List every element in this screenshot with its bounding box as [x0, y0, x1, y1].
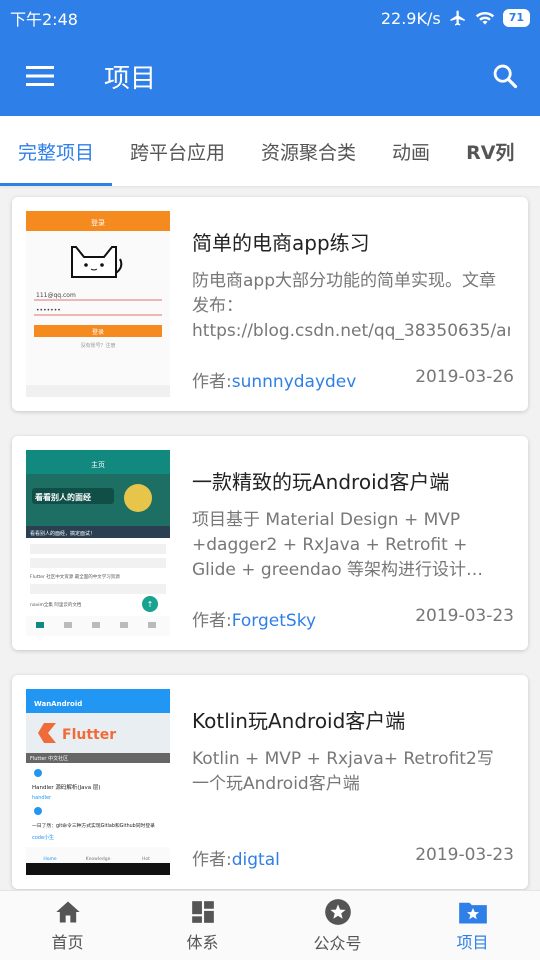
- tab-complete-projects[interactable]: 完整项目: [0, 116, 113, 186]
- preview-banner: 看看别人的面经: [34, 492, 91, 502]
- preview-caption: 看看别人的面经，搞定面试！: [30, 530, 95, 537]
- project-card[interactable]: 主页 看看别人的面经 看看别人的面经，搞定面试！ Flutter 社区中文资源 …: [12, 436, 528, 650]
- nav-system-label: 体系: [186, 932, 219, 952]
- tab-rv[interactable]: RV列: [448, 116, 532, 186]
- project-title: Kotlin玩Android客户端: [192, 709, 406, 733]
- project-date: 2019-03-26: [415, 367, 514, 387]
- preview-footer: 没有账号？注册: [80, 342, 115, 349]
- bottom-navigation: 首页 体系 公众号 项目: [0, 890, 540, 960]
- author-link[interactable]: digtal: [232, 850, 280, 870]
- preview-item-1: Handler 源码解析(Java 层): [32, 783, 101, 791]
- project-card[interactable]: 登录 111@qq.com ••••••• 登录 没有账号？注册 简单的电商ap…: [12, 197, 528, 411]
- project-card[interactable]: WanAndroid Flutter Flutter 中文社区 Handler …: [12, 675, 528, 889]
- hamburger-icon: [26, 66, 54, 86]
- project-list[interactable]: 登录 111@qq.com ••••••• 登录 没有账号？注册 简单的电商ap…: [0, 186, 540, 890]
- tab-animation[interactable]: 动画: [374, 116, 448, 186]
- project-title: 简单的电商app练习: [192, 231, 370, 255]
- app-preview: WanAndroid Flutter Flutter 中文社区 Handler …: [26, 689, 170, 875]
- network-speed: 22.9K/s: [380, 8, 441, 28]
- preview-banner: Flutter: [62, 727, 116, 743]
- preview-header-text: WanAndroid: [34, 700, 82, 708]
- menu-button[interactable]: [0, 36, 80, 116]
- search-button[interactable]: [470, 36, 540, 116]
- login-screen-preview: 登录 111@qq.com ••••••• 登录 没有账号？注册: [26, 211, 170, 397]
- author-label: 作者:: [192, 850, 232, 870]
- preview-email: 111@qq.com: [36, 292, 76, 299]
- author-link[interactable]: ForgetSky: [232, 611, 316, 631]
- preview-sub: Flutter 中文社区: [30, 755, 68, 762]
- project-author: 作者:digtal: [192, 845, 280, 870]
- nav-system[interactable]: 体系: [135, 891, 270, 960]
- preview-tag-1: handler: [32, 795, 52, 801]
- author-link[interactable]: sunnnydaydev: [232, 372, 357, 392]
- app-preview: 主页 看看别人的面经 看看别人的面经，搞定面试！ Flutter 社区中文资源 …: [26, 450, 170, 636]
- project-author: 作者:sunnnydaydev: [192, 367, 356, 392]
- project-description: 防电商app大部分功能的简单实现。文章发布：https://blog.csdn.…: [192, 271, 510, 341]
- project-title: 一款精致的玩Android客户端: [192, 470, 450, 494]
- project-description: 项目基于 Material Design + MVP +dagger2 + Rx…: [192, 510, 484, 580]
- preview-nav-hot: Hot: [142, 856, 150, 862]
- category-tabs: 完整项目 跨平台应用 资源聚合类 动画 RV列: [0, 116, 540, 186]
- tab-resource-aggregation[interactable]: 资源聚合类: [243, 116, 374, 186]
- airplane-icon: [450, 10, 465, 26]
- status-time: 下午2:48: [10, 10, 78, 29]
- preview-login-button: 登录: [92, 328, 104, 336]
- star-folder-icon: [458, 902, 487, 924]
- battery-icon: 71: [502, 9, 530, 27]
- page-title: 项目: [104, 63, 157, 94]
- star-circle-icon: [324, 898, 351, 925]
- svg-text:↑: ↑: [147, 600, 154, 609]
- project-thumbnail: 登录 111@qq.com ••••••• 登录 没有账号？注册: [26, 211, 170, 397]
- project-thumbnail: 主页 看看别人的面经 看看别人的面经，搞定面试！ Flutter 社区中文资源 …: [26, 450, 170, 636]
- project-description: Kotlin + MVP + Rxjava+ Retrofit2写一个玩Andr…: [192, 749, 494, 794]
- nav-project-label: 项目: [456, 932, 489, 952]
- preview-nav-home: Home: [43, 856, 57, 862]
- nav-home-label: 首页: [51, 932, 84, 952]
- preview-row-1: Flutter 社区中文资源 最全面的中文学习资源: [30, 573, 120, 580]
- author-label: 作者:: [192, 372, 232, 392]
- dashboard-icon: [191, 900, 214, 923]
- nav-public-account[interactable]: 公众号: [270, 891, 405, 960]
- preview-tag-2: code小生: [32, 834, 54, 841]
- tab-cross-platform[interactable]: 跨平台应用: [112, 116, 243, 186]
- search-icon: [493, 64, 518, 89]
- nav-project[interactable]: 项目: [405, 891, 540, 960]
- nav-public-account-label: 公众号: [313, 933, 362, 953]
- author-label: 作者:: [192, 611, 232, 631]
- preview-item-2: 一日了然：git命令三种方式实现Gitlab和Github同时登录: [32, 822, 155, 829]
- preview-header-text: 登录: [91, 218, 105, 227]
- status-bar: 下午2:48 22.9K/s 71: [0, 0, 540, 36]
- preview-password: •••••••: [36, 307, 61, 314]
- project-date: 2019-03-23: [415, 845, 514, 865]
- preview-nav-knowledge: Knowledge: [86, 856, 111, 862]
- preview-row-2: navim全集 阿里云的文档: [30, 601, 82, 608]
- project-thumbnail: WanAndroid Flutter Flutter 中文社区 Handler …: [26, 689, 170, 875]
- project-date: 2019-03-23: [415, 606, 514, 626]
- wifi-icon: [475, 11, 494, 25]
- nav-home[interactable]: 首页: [0, 891, 135, 960]
- project-author: 作者:ForgetSky: [192, 606, 316, 631]
- app-bar: 项目: [0, 36, 540, 116]
- home-icon: [55, 901, 80, 922]
- preview-header-text: 主页: [91, 460, 105, 469]
